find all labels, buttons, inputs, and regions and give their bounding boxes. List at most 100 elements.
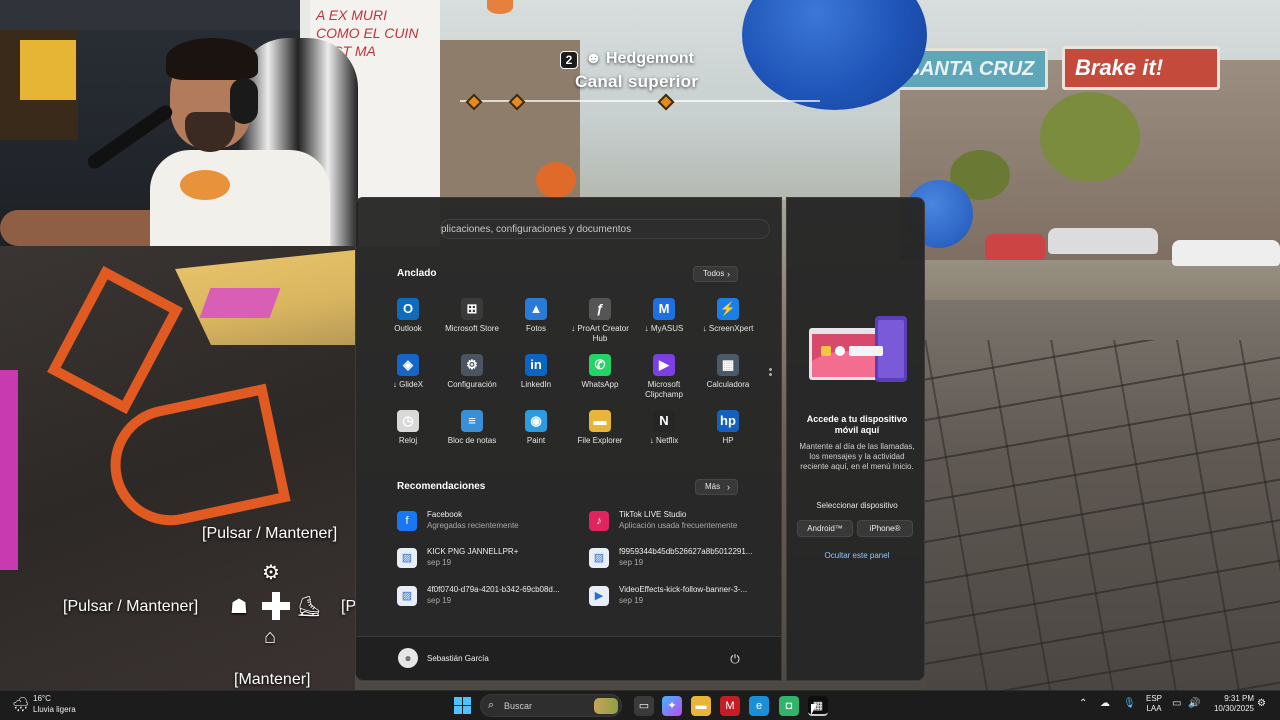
recommended-item-subtitle: Agregadas recientemente — [427, 521, 519, 530]
pinned-app-label: Microsoft Clipchamp — [645, 380, 683, 399]
pinned-app[interactable]: ✆ WhatsApp — [567, 354, 633, 406]
pinned-app-label: Calculadora — [706, 380, 750, 389]
chevron-right-icon: › — [727, 482, 730, 492]
all-apps-button[interactable]: Todos › — [693, 266, 738, 282]
hud-location-name: Hedgemont — [606, 50, 694, 67]
pinned-app-label: Bloc de notas — [447, 436, 497, 445]
recommended-item[interactable]: f Facebook Agregadas recientemente — [397, 509, 572, 535]
file-explorer-icon[interactable]: ▬ — [691, 696, 711, 716]
task-view-icon[interactable]: ▭ — [634, 696, 654, 716]
pinned-app-label: ↓ ProArt Creator Hub — [571, 324, 629, 343]
glidex-icon: ◈ — [397, 354, 419, 376]
phone-panel-description: Mantente al día de las llamadas, los men… — [799, 442, 915, 471]
app-icon[interactable]: ◘ — [779, 696, 799, 716]
linkedin-icon: in — [525, 354, 547, 376]
search-icon: ⌕ — [488, 699, 495, 711]
notification-icon[interactable]: ⚙ — [1257, 698, 1266, 709]
game-car — [1048, 228, 1158, 254]
chevron-right-icon: › — [727, 269, 730, 279]
pinned-app[interactable]: ⊞ Microsoft Store — [439, 298, 505, 350]
dpad-icon — [262, 592, 290, 620]
windows-start-button[interactable] — [454, 697, 471, 714]
proart-icon: ƒ — [589, 298, 611, 320]
game-balloon — [536, 162, 576, 198]
pinned-app-label: WhatsApp — [581, 380, 619, 389]
folder-icon: ▬ — [589, 410, 611, 432]
whatsapp-icon: ✆ — [589, 354, 611, 376]
game-tiles — [925, 340, 1280, 690]
pinned-app-label: ↓ GlideX — [392, 380, 424, 389]
recommended-item-title: VideoEffects-kick-follow-banner-3-... — [619, 585, 748, 594]
edge-icon[interactable]: e — [749, 696, 769, 716]
shirt-print — [180, 170, 230, 200]
pinned-app[interactable]: ◷ Reloj — [375, 410, 441, 462]
chevron-up-icon[interactable]: ⌃ — [1079, 698, 1087, 709]
weather-description[interactable]: Lluvia ligera — [33, 705, 76, 714]
keyboard-layout: LAA — [1146, 704, 1162, 713]
pinned-app[interactable]: O Outlook — [375, 298, 441, 350]
pinned-app-label: Outlook — [394, 324, 422, 333]
avatar[interactable]: ● — [398, 648, 418, 668]
recommended-item-subtitle: sep 19 — [427, 558, 452, 567]
weather-rain-icon[interactable]: 🌧 — [12, 695, 30, 713]
pinned-app[interactable]: ▲ Fotos — [503, 298, 569, 350]
recommended-item[interactable]: ▨ 4f0f0740-d79a-4201-b342-69cb08d... sep 1… — [397, 584, 572, 610]
iphone-button[interactable]: iPhone® — [857, 520, 913, 537]
more-button[interactable]: Más › — [695, 479, 738, 495]
pinned-app[interactable]: ⚙ Configuración — [439, 354, 505, 406]
recommended-item-subtitle: sep 19 — [427, 596, 452, 605]
start-search-input[interactable]: plicaciones, configuraciones y documento… — [440, 219, 770, 239]
recommended-item-subtitle: sep 19 — [619, 558, 644, 567]
tiktok-icon: ♪ — [589, 511, 609, 531]
pinned-heading: Anclado — [397, 268, 437, 279]
page-indicator[interactable] — [769, 368, 772, 382]
pinned-app[interactable]: in LinkedIn — [503, 354, 569, 406]
pinned-app[interactable]: ▬ File Explorer — [567, 410, 633, 462]
pinned-app[interactable]: hp HP — [695, 410, 761, 462]
recommended-item-title: KICK PNG JANNELLPR+ — [427, 547, 519, 556]
recommended-item[interactable]: ♪ TikTok LIVE Studio Aplicación usada frec… — [589, 509, 764, 535]
power-icon[interactable]: ⏻ — [725, 649, 745, 669]
board-icon: ⛸ — [296, 596, 322, 618]
pinned-app[interactable]: ≡ Bloc de notas — [439, 410, 505, 462]
volume-icon[interactable]: 🔊 — [1188, 698, 1200, 709]
game-balloon — [487, 0, 513, 14]
netflix-icon: N — [653, 410, 675, 432]
pinned-app[interactable]: ƒ ↓ ProArt Creator Hub — [567, 298, 633, 350]
pinned-app-label: ↓ Netflix — [649, 436, 679, 445]
pinned-app[interactable]: ⚡ ↓ ScreenXpert — [695, 298, 761, 350]
pinned-app[interactable]: ◉ Paint — [503, 410, 569, 462]
recommended-item[interactable]: ▨ f9959344b45db526627a8b5012291... sep 19 — [589, 546, 764, 572]
cloud-icon[interactable]: ☁ — [1100, 698, 1110, 709]
recommended-item[interactable]: ▶ VideoEffects-kick-follow-banner-3-... se… — [589, 584, 764, 610]
pinned-app[interactable]: ◈ ↓ GlideX — [375, 354, 441, 406]
recommended-item[interactable]: ▨ KICK PNG JANNELLPR+ sep 19 — [397, 546, 572, 572]
pinned-app-label: LinkedIn — [520, 380, 552, 389]
start-user-bar: ● Sebastián García ⏻ — [356, 636, 781, 680]
pinned-app[interactable]: N ↓ Netflix — [631, 410, 697, 462]
webcam-poster — [20, 40, 76, 100]
streamer-shirt — [150, 150, 330, 246]
clock[interactable]: 9:31 PM 10/30/2025 — [1204, 694, 1254, 714]
language-indicator[interactable]: ESP LAA — [1144, 694, 1164, 714]
pinned-app[interactable]: ▶ Microsoft Clipchamp — [631, 354, 697, 406]
taskbar-search[interactable]: ⌕ Buscar — [480, 694, 622, 717]
search-highlight-icon — [594, 698, 618, 714]
android-button[interactable]: Android™ — [797, 520, 853, 537]
search-placeholder: plicaciones, configuraciones y documento… — [441, 224, 632, 235]
image-file-icon: ▨ — [397, 586, 417, 606]
game-sign-brake-it: Brake it! — [1062, 46, 1220, 90]
user-name[interactable]: Sebastián García — [427, 654, 489, 663]
network-icon[interactable]: ▭ — [1172, 698, 1181, 709]
settings-icon: ⚙ — [461, 354, 483, 376]
pinned-app-label: ↓ ScreenXpert — [702, 324, 754, 333]
pinned-app[interactable]: M ↓ MyASUS — [631, 298, 697, 350]
microphone-icon[interactable]: 🎙 — [1123, 698, 1136, 709]
facebook-icon: f — [397, 511, 417, 531]
mcafee-icon[interactable]: M — [720, 696, 740, 716]
hide-panel-link[interactable]: Ocultar este panel — [795, 551, 919, 560]
copilot-icon[interactable]: ✦ — [662, 696, 682, 716]
weather-temperature[interactable]: 16°C — [33, 694, 51, 703]
paint-icon: ◉ — [525, 410, 547, 432]
pinned-app[interactable]: ▦ Calculadora — [695, 354, 761, 406]
